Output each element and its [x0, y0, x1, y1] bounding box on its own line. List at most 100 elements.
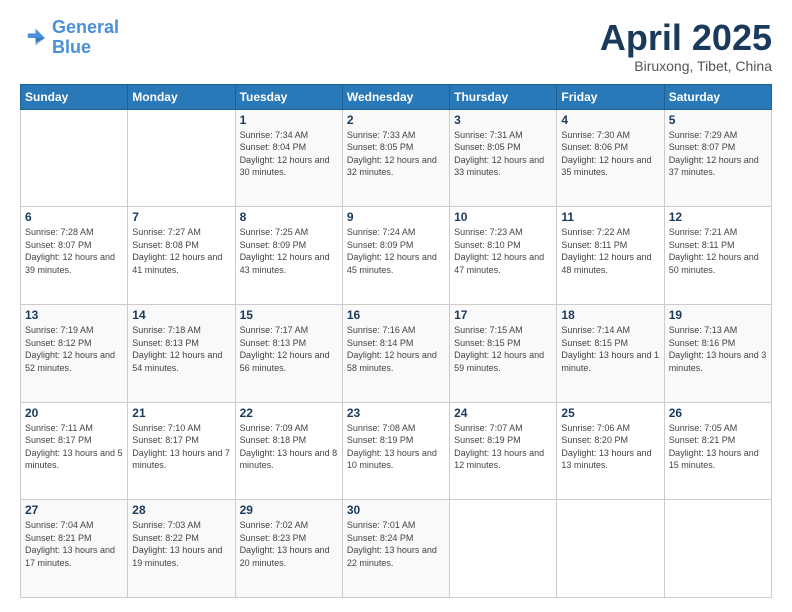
- day-info: Sunrise: 7:28 AMSunset: 8:07 PMDaylight:…: [25, 226, 123, 276]
- header-cell-tuesday: Tuesday: [235, 84, 342, 109]
- day-info: Sunrise: 7:05 AMSunset: 8:21 PMDaylight:…: [669, 422, 767, 472]
- day-info: Sunrise: 7:15 AMSunset: 8:15 PMDaylight:…: [454, 324, 552, 374]
- day-number: 4: [561, 113, 659, 127]
- day-cell: 23Sunrise: 7:08 AMSunset: 8:19 PMDayligh…: [342, 402, 449, 500]
- header-cell-thursday: Thursday: [450, 84, 557, 109]
- header: General Blue April 2025 Biruxong, Tibet,…: [20, 18, 772, 74]
- header-cell-friday: Friday: [557, 84, 664, 109]
- logo-icon: [20, 24, 48, 52]
- day-cell: 24 Sunrise: 7:07 AMSunset: 8:19 PMDayligh…: [450, 402, 557, 500]
- day-number: 9: [347, 210, 445, 224]
- day-cell: 29Sunrise: 7:02 AMSunset: 8:23 PMDayligh…: [235, 500, 342, 598]
- day-cell: 10 Sunrise: 7:23 AMSunset: 8:10 PMDayligh…: [450, 207, 557, 305]
- day-number: 12: [669, 210, 767, 224]
- day-cell: 9 Sunrise: 7:24 AMSunset: 8:09 PMDaylight…: [342, 207, 449, 305]
- day-cell: 27Sunrise: 7:04 AMSunset: 8:21 PMDayligh…: [21, 500, 128, 598]
- day-number: 15: [240, 308, 338, 322]
- day-cell: 18Sunrise: 7:14 AMSunset: 8:15 PMDayligh…: [557, 304, 664, 402]
- day-number: 18: [561, 308, 659, 322]
- day-cell: 1 Sunrise: 7:34 AMSunset: 8:04 PMDaylight…: [235, 109, 342, 207]
- day-cell: 20 Sunrise: 7:11 AMSunset: 8:17 PMDayligh…: [21, 402, 128, 500]
- day-cell: 6Sunrise: 7:28 AMSunset: 8:07 PMDaylight…: [21, 207, 128, 305]
- day-cell: 12Sunrise: 7:21 AMSunset: 8:11 PMDayligh…: [664, 207, 771, 305]
- day-cell: 21 Sunrise: 7:10 AMSunset: 8:17 PMDayligh…: [128, 402, 235, 500]
- title-block: April 2025 Biruxong, Tibet, China: [600, 18, 772, 74]
- day-number: 16: [347, 308, 445, 322]
- day-info: Sunrise: 7:09 AMSunset: 8:18 PMDaylight:…: [240, 422, 338, 472]
- day-number: 3: [454, 113, 552, 127]
- day-info: Sunrise: 7:11 AMSunset: 8:17 PMDaylight:…: [25, 422, 123, 472]
- calendar-body: 1 Sunrise: 7:34 AMSunset: 8:04 PMDaylight…: [21, 109, 772, 597]
- day-cell: [664, 500, 771, 598]
- day-cell: 4 Sunrise: 7:30 AMSunset: 8:06 PMDaylight…: [557, 109, 664, 207]
- week-row-5: 27Sunrise: 7:04 AMSunset: 8:21 PMDayligh…: [21, 500, 772, 598]
- page: General Blue April 2025 Biruxong, Tibet,…: [0, 0, 792, 612]
- day-number: 26: [669, 406, 767, 420]
- day-number: 7: [132, 210, 230, 224]
- day-number: 21: [132, 406, 230, 420]
- day-number: 19: [669, 308, 767, 322]
- logo-line2: Blue: [52, 37, 91, 57]
- logo-line1: General: [52, 17, 119, 37]
- day-cell: 13 Sunrise: 7:19 AMSunset: 8:12 PMDayligh…: [21, 304, 128, 402]
- day-cell: [450, 500, 557, 598]
- day-number: 22: [240, 406, 338, 420]
- week-row-4: 20 Sunrise: 7:11 AMSunset: 8:17 PMDayligh…: [21, 402, 772, 500]
- day-info: Sunrise: 7:02 AMSunset: 8:23 PMDaylight:…: [240, 519, 338, 569]
- day-info: Sunrise: 7:17 AMSunset: 8:13 PMDaylight:…: [240, 324, 338, 374]
- day-info: Sunrise: 7:19 AMSunset: 8:12 PMDaylight:…: [25, 324, 123, 374]
- day-number: 8: [240, 210, 338, 224]
- day-info: Sunrise: 7:22 AMSunset: 8:11 PMDaylight:…: [561, 226, 659, 276]
- day-cell: 19Sunrise: 7:13 AMSunset: 8:16 PMDayligh…: [664, 304, 771, 402]
- day-cell: 3 Sunrise: 7:31 AMSunset: 8:05 PMDaylight…: [450, 109, 557, 207]
- header-cell-monday: Monday: [128, 84, 235, 109]
- day-cell: 7 Sunrise: 7:27 AMSunset: 8:08 PMDaylight…: [128, 207, 235, 305]
- day-number: 13: [25, 308, 123, 322]
- week-row-1: 1 Sunrise: 7:34 AMSunset: 8:04 PMDaylight…: [21, 109, 772, 207]
- day-info: Sunrise: 7:34 AMSunset: 8:04 PMDaylight:…: [240, 129, 338, 179]
- day-cell: 14Sunrise: 7:18 AMSunset: 8:13 PMDayligh…: [128, 304, 235, 402]
- logo: General Blue: [20, 18, 119, 58]
- day-info: Sunrise: 7:27 AMSunset: 8:08 PMDaylight:…: [132, 226, 230, 276]
- day-cell: 22 Sunrise: 7:09 AMSunset: 8:18 PMDayligh…: [235, 402, 342, 500]
- day-info: Sunrise: 7:24 AMSunset: 8:09 PMDaylight:…: [347, 226, 445, 276]
- day-info: Sunrise: 7:01 AMSunset: 8:24 PMDaylight:…: [347, 519, 445, 569]
- day-number: 20: [25, 406, 123, 420]
- day-info: Sunrise: 7:31 AMSunset: 8:05 PMDaylight:…: [454, 129, 552, 179]
- day-number: 25: [561, 406, 659, 420]
- day-info: Sunrise: 7:30 AMSunset: 8:06 PMDaylight:…: [561, 129, 659, 179]
- day-info: Sunrise: 7:06 AMSunset: 8:20 PMDaylight:…: [561, 422, 659, 472]
- day-info: Sunrise: 7:07 AMSunset: 8:19 PMDaylight:…: [454, 422, 552, 472]
- header-row: SundayMondayTuesdayWednesdayThursdayFrid…: [21, 84, 772, 109]
- day-info: Sunrise: 7:23 AMSunset: 8:10 PMDaylight:…: [454, 226, 552, 276]
- day-number: 24: [454, 406, 552, 420]
- day-cell: 28Sunrise: 7:03 AMSunset: 8:22 PMDayligh…: [128, 500, 235, 598]
- day-cell: 11 Sunrise: 7:22 AMSunset: 8:11 PMDayligh…: [557, 207, 664, 305]
- week-row-2: 6Sunrise: 7:28 AMSunset: 8:07 PMDaylight…: [21, 207, 772, 305]
- day-number: 5: [669, 113, 767, 127]
- day-info: Sunrise: 7:18 AMSunset: 8:13 PMDaylight:…: [132, 324, 230, 374]
- day-number: 10: [454, 210, 552, 224]
- calendar-table: SundayMondayTuesdayWednesdayThursdayFrid…: [20, 84, 772, 598]
- subtitle: Biruxong, Tibet, China: [600, 58, 772, 74]
- day-cell: 17Sunrise: 7:15 AMSunset: 8:15 PMDayligh…: [450, 304, 557, 402]
- day-cell: 8Sunrise: 7:25 AMSunset: 8:09 PMDaylight…: [235, 207, 342, 305]
- calendar-header: SundayMondayTuesdayWednesdayThursdayFrid…: [21, 84, 772, 109]
- main-title: April 2025: [600, 18, 772, 58]
- day-number: 11: [561, 210, 659, 224]
- day-cell: 26 Sunrise: 7:05 AMSunset: 8:21 PMDayligh…: [664, 402, 771, 500]
- week-row-3: 13 Sunrise: 7:19 AMSunset: 8:12 PMDayligh…: [21, 304, 772, 402]
- day-info: Sunrise: 7:10 AMSunset: 8:17 PMDaylight:…: [132, 422, 230, 472]
- day-cell: [557, 500, 664, 598]
- day-info: Sunrise: 7:29 AMSunset: 8:07 PMDaylight:…: [669, 129, 767, 179]
- day-number: 1: [240, 113, 338, 127]
- day-info: Sunrise: 7:04 AMSunset: 8:21 PMDaylight:…: [25, 519, 123, 569]
- day-number: 2: [347, 113, 445, 127]
- day-number: 30: [347, 503, 445, 517]
- day-info: Sunrise: 7:16 AMSunset: 8:14 PMDaylight:…: [347, 324, 445, 374]
- day-cell: [21, 109, 128, 207]
- day-cell: 16 Sunrise: 7:16 AMSunset: 8:14 PMDayligh…: [342, 304, 449, 402]
- day-info: Sunrise: 7:33 AMSunset: 8:05 PMDaylight:…: [347, 129, 445, 179]
- day-cell: [128, 109, 235, 207]
- day-info: Sunrise: 7:08 AMSunset: 8:19 PMDaylight:…: [347, 422, 445, 472]
